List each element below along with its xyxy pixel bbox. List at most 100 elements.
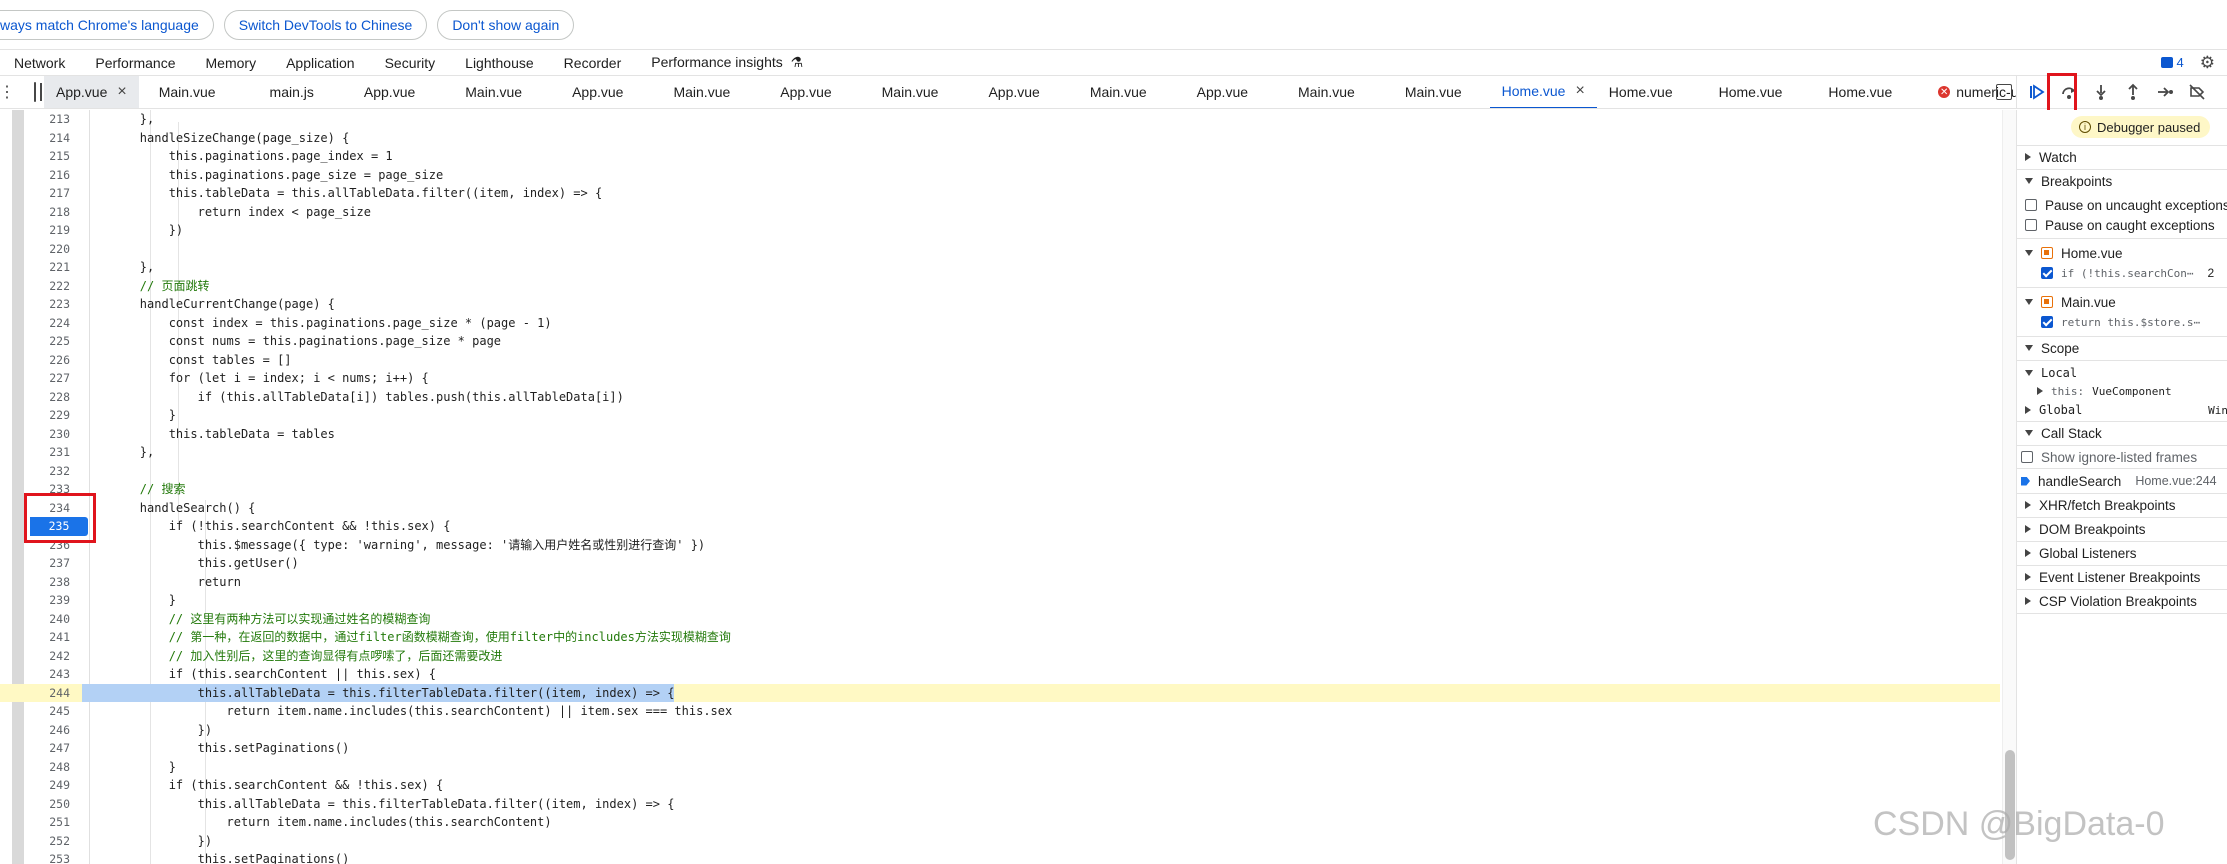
file-tab[interactable]: Home.vue: [1707, 76, 1795, 108]
line-number[interactable]: 221: [24, 258, 70, 277]
code-line[interactable]: 232: [0, 462, 2000, 481]
file-tab[interactable]: Main.vue: [147, 76, 228, 108]
more-options-icon[interactable]: ⋮: [0, 76, 15, 108]
call-frame-row[interactable]: handleSearch Home.vue:244: [2021, 470, 2227, 492]
breakpoint-file-home[interactable]: Home.vue: [2025, 242, 2123, 264]
breakpoint-marker[interactable]: 235: [30, 517, 88, 536]
step-over-button[interactable]: [2059, 82, 2079, 102]
code-line[interactable]: 235 if (!this.searchContent && !this.sex…: [0, 517, 2000, 536]
file-tab[interactable]: App.vue: [768, 76, 843, 108]
code-line[interactable]: 228 if (this.allTableData[i]) tables.pus…: [0, 388, 2000, 407]
show-ignore-listed-row[interactable]: Show ignore-listed frames: [2021, 446, 2197, 468]
line-number[interactable]: 246: [24, 721, 70, 740]
tab-recorder[interactable]: Recorder: [564, 55, 622, 71]
line-number[interactable]: 223: [24, 295, 70, 314]
dont-show-again-button[interactable]: Don't show again: [437, 9, 575, 40]
code-line[interactable]: 236 this.$message({ type: 'warning', mes…: [0, 536, 2000, 555]
code-line[interactable]: 227 for (let i = index; i < nums; i++) {: [0, 369, 2000, 388]
match-language-button[interactable]: ways match Chrome's language: [0, 9, 214, 40]
line-number[interactable]: 213: [24, 110, 70, 129]
line-number[interactable]: 249: [24, 776, 70, 795]
code-line[interactable]: 239 }: [0, 591, 2000, 610]
line-number[interactable]: 248: [24, 758, 70, 777]
step-into-button[interactable]: [2091, 82, 2111, 102]
line-number[interactable]: 219: [24, 221, 70, 240]
code-line[interactable]: 221 },: [0, 258, 2000, 277]
line-number[interactable]: 216: [24, 166, 70, 185]
close-icon[interactable]: ×: [1575, 82, 1584, 100]
pause-uncaught-checkbox[interactable]: [2025, 199, 2037, 211]
breakpoint-file-main[interactable]: Main.vue: [2025, 291, 2116, 313]
xhr-breakpoints-header[interactable]: XHR/fetch Breakpoints: [2025, 494, 2176, 516]
code-line[interactable]: 214 handleSizeChange(page_size) {: [0, 129, 2000, 148]
file-tab[interactable]: Home.vue: [1597, 76, 1685, 108]
line-number[interactable]: 250: [24, 795, 70, 814]
code-line[interactable]: 253 this.setPaginations(): [0, 850, 2000, 864]
watch-section-header[interactable]: Watch: [2025, 146, 2077, 168]
tab-network[interactable]: Network: [14, 55, 65, 71]
breakpoint-entry[interactable]: if (!this.searchCon⋯ 2: [2041, 262, 2214, 284]
line-number[interactable]: 232: [24, 462, 70, 481]
line-number[interactable]: 253: [24, 850, 70, 864]
line-number[interactable]: 247: [24, 739, 70, 758]
line-number[interactable]: 215: [24, 147, 70, 166]
file-tab[interactable]: Main.vue: [1078, 76, 1159, 108]
step-button[interactable]: [2155, 82, 2175, 102]
line-number[interactable]: 227: [24, 369, 70, 388]
line-number[interactable]: 217: [24, 184, 70, 203]
line-number[interactable]: 224: [24, 314, 70, 333]
line-number[interactable]: 222: [24, 277, 70, 296]
resume-button[interactable]: [2027, 82, 2047, 102]
code-line[interactable]: 218 return index < page_size: [0, 203, 2000, 222]
file-tab-active[interactable]: Home.vue ×: [1489, 76, 1597, 108]
code-line[interactable]: 231 },: [0, 443, 2000, 462]
gear-icon[interactable]: ⚙: [2200, 53, 2215, 73]
code-line[interactable]: 229 }: [0, 406, 2000, 425]
deactivate-breakpoints-button[interactable]: [2187, 82, 2207, 102]
code-line[interactable]: 238 return: [0, 573, 2000, 592]
switch-devtools-language-button[interactable]: Switch DevTools to Chinese: [223, 9, 428, 40]
line-number[interactable]: 228: [24, 388, 70, 407]
line-number[interactable]: 252: [24, 832, 70, 851]
code-line[interactable]: 223 handleCurrentChange(page) {: [0, 295, 2000, 314]
line-number[interactable]: 230: [24, 425, 70, 444]
line-number[interactable]: 234: [24, 499, 70, 518]
line-number[interactable]: 233: [24, 480, 70, 499]
debugger-sidebar-toggle-icon[interactable]: [1996, 84, 2012, 100]
line-number[interactable]: 238: [24, 573, 70, 592]
line-number[interactable]: 244: [24, 684, 70, 703]
code-line[interactable]: 224 const index = this.paginations.page_…: [0, 314, 2000, 333]
tab-memory[interactable]: Memory: [206, 55, 257, 71]
call-stack-section-header[interactable]: Call Stack: [2025, 422, 2102, 444]
tab-application[interactable]: Application: [286, 55, 355, 71]
file-tab[interactable]: Main.vue: [453, 76, 534, 108]
code-line[interactable]: 240 // 这里有两种方法可以实现通过姓名的模糊查询: [0, 610, 2000, 629]
file-tab[interactable]: main.js: [258, 76, 326, 108]
global-listeners-header[interactable]: Global Listeners: [2025, 542, 2137, 564]
code-line[interactable]: 226 const tables = []: [0, 351, 2000, 370]
code-line[interactable]: 213 },: [0, 110, 2000, 129]
code-line[interactable]: 234 handleSearch() {: [0, 499, 2000, 518]
show-ignore-listed-checkbox[interactable]: [2021, 451, 2033, 463]
code-line[interactable]: 233 // 搜索: [0, 480, 2000, 499]
line-number[interactable]: 231: [24, 443, 70, 462]
line-number[interactable]: 241: [24, 628, 70, 647]
line-number[interactable]: 242: [24, 647, 70, 666]
breakpoint-entry[interactable]: return this.$store.s⋯: [2041, 311, 2200, 333]
scope-global[interactable]: Global Win: [2025, 399, 2227, 421]
code-line[interactable]: 241 // 第一种，在返回的数据中，通过filter函数模糊查询，使用filt…: [0, 628, 2000, 647]
file-tab[interactable]: Home.vue: [1816, 76, 1904, 108]
tab-performance-insights[interactable]: Performance insights ⚗: [651, 54, 803, 71]
close-icon[interactable]: ×: [117, 83, 126, 101]
line-number[interactable]: 218: [24, 203, 70, 222]
line-number[interactable]: 243: [24, 665, 70, 684]
code-line[interactable]: 225 const nums = this.paginations.page_s…: [0, 332, 2000, 351]
event-listener-breakpoints-header[interactable]: Event Listener Breakpoints: [2025, 566, 2200, 588]
csp-violation-breakpoints-header[interactable]: CSP Violation Breakpoints: [2025, 590, 2197, 612]
file-tab[interactable]: Main.vue: [661, 76, 742, 108]
step-out-button[interactable]: [2123, 82, 2143, 102]
code-line[interactable]: 249 if (this.searchContent && !this.sex)…: [0, 776, 2000, 795]
line-number[interactable]: 245: [24, 702, 70, 721]
code-line[interactable]: 243 if (this.searchContent || this.sex) …: [0, 665, 2000, 684]
code-line[interactable]: 237 this.getUser(): [0, 554, 2000, 573]
